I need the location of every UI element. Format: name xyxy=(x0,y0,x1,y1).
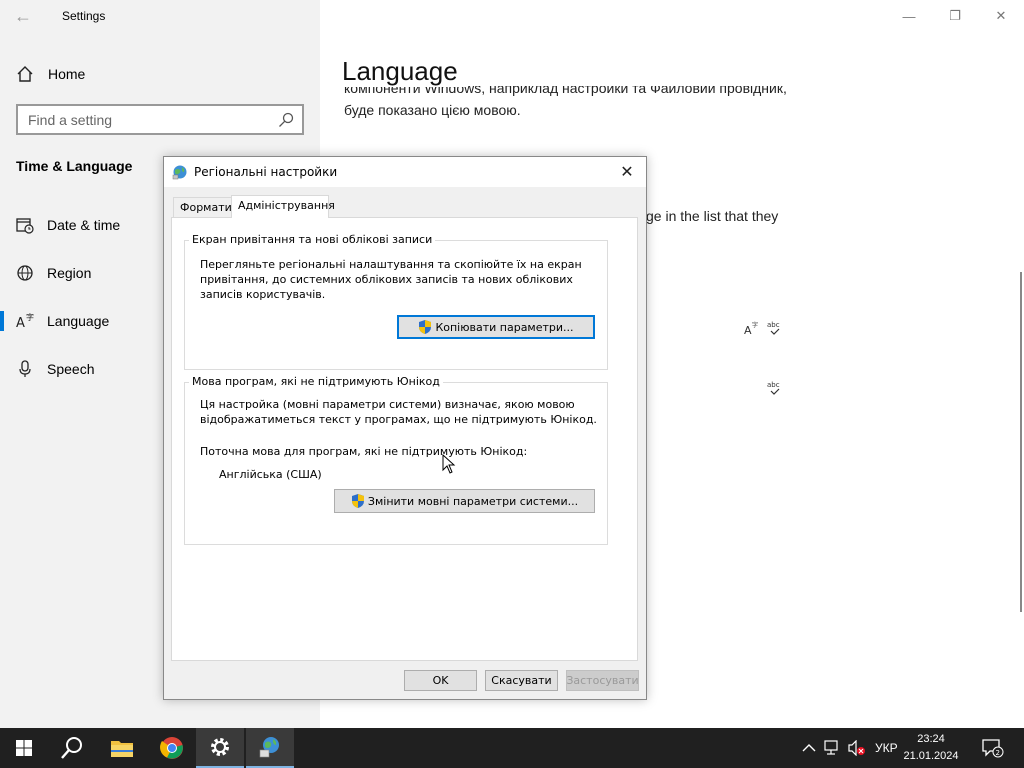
group-title: Мова програм, які не підтримують Юнікод xyxy=(189,375,443,388)
sidebar-item-label: Date & time xyxy=(47,217,121,233)
input-language-indicator[interactable]: УКР xyxy=(875,728,898,768)
restore-icon[interactable]: ❐ xyxy=(932,0,978,32)
tab-label: Формати xyxy=(180,201,232,214)
window-controls: — ❐ ✕ xyxy=(886,0,1024,32)
volume-muted-icon[interactable] xyxy=(848,728,866,768)
sidebar-item-label: Language xyxy=(47,313,110,329)
taskbar-settings[interactable] xyxy=(196,728,244,768)
home-icon xyxy=(17,66,33,82)
taskbar-file-explorer[interactable] xyxy=(98,728,146,768)
main-text-fragment: ge in the list that they xyxy=(646,208,779,224)
search-placeholder: Find a setting xyxy=(28,112,113,128)
notification-count: 2 xyxy=(996,749,1000,757)
group-non-unicode: Мова програм, які не підтримують Юнікод … xyxy=(184,375,608,545)
calendar-clock-icon xyxy=(16,218,34,234)
nav-home[interactable]: Home xyxy=(16,62,85,86)
close-icon[interactable]: ✕ xyxy=(616,162,638,182)
change-system-locale-button[interactable]: Змінити мовні параметри системи... xyxy=(334,489,595,513)
regional-settings-dialog: Регіональні настройки ✕ Формати Адмініст… xyxy=(163,156,647,700)
svg-text:字: 字 xyxy=(26,312,34,322)
search-icon xyxy=(61,737,82,759)
start-button[interactable] xyxy=(0,728,48,768)
uac-shield-icon xyxy=(351,494,364,508)
button-label: Змінити мовні параметри системи... xyxy=(367,494,579,508)
close-icon[interactable]: ✕ xyxy=(978,0,1024,32)
tray-chevron-icon[interactable] xyxy=(802,728,816,768)
spelling-icon: abc xyxy=(767,381,780,395)
main-text-line: буде показано цією мовою. xyxy=(344,102,521,118)
chrome-icon xyxy=(160,737,183,759)
back-arrow-icon[interactable]: ← xyxy=(14,6,34,26)
language-icon: A字 xyxy=(16,312,34,330)
notification-center-icon[interactable]: 2 xyxy=(982,728,1004,768)
button-label: Копіювати параметри... xyxy=(435,320,574,334)
microphone-icon xyxy=(19,360,31,377)
dialog-title: Регіональні настройки xyxy=(194,165,338,179)
folder-icon xyxy=(111,741,133,757)
nav-home-label: Home xyxy=(48,66,86,82)
copy-settings-button[interactable]: Копіювати параметри... xyxy=(397,315,595,339)
current-language-label: Поточна мова для програм, які не підтрим… xyxy=(200,445,528,458)
gear-icon xyxy=(211,738,229,756)
search-icon xyxy=(279,112,294,127)
globe-icon xyxy=(17,265,33,281)
clock-time: 23:24 xyxy=(917,733,945,745)
group-title: Екран привітання та нові облікові записи xyxy=(189,233,436,246)
clock-date: 21.01.2024 xyxy=(903,750,959,762)
sidebar-item-label: Region xyxy=(47,265,92,281)
page-title: Language xyxy=(342,56,468,87)
spelling-icon: abc xyxy=(767,321,780,335)
svg-text:abc: abc xyxy=(767,321,780,329)
current-language-value: Англійська (США) xyxy=(219,468,322,481)
sidebar-item-label: Speech xyxy=(47,361,95,377)
taskbar-search-button[interactable] xyxy=(48,728,96,768)
dialog-titlebar: Регіональні настройки ✕ xyxy=(164,157,646,187)
tab-formats[interactable]: Формати xyxy=(173,197,232,217)
taskbar-chrome[interactable] xyxy=(148,728,196,768)
main-description: компоненти Windows, наприклад настройки … xyxy=(340,86,820,122)
main-text-line: компоненти Windows, наприклад настройки … xyxy=(344,86,787,96)
svg-text:字: 字 xyxy=(752,321,758,329)
tab-panel: Екран привітання та нові облікові записи… xyxy=(171,217,638,661)
group-description: привітання, до системних облікових запис… xyxy=(200,273,573,286)
section-title: Time & Language xyxy=(16,158,133,174)
taskbar: УКР 23:24 21.01.2024 2 xyxy=(0,728,1024,768)
group-description: Ця настройка (мовні параметри системи) в… xyxy=(200,398,575,411)
tab-administrative[interactable]: Адміністрування xyxy=(231,195,335,218)
apply-button[interactable]: Застосувати xyxy=(566,670,639,691)
selected-indicator xyxy=(0,311,4,331)
windows-logo-icon xyxy=(16,740,32,756)
group-description: записів користувачів. xyxy=(200,288,326,301)
window-title: Settings xyxy=(62,9,106,23)
group-welcome-screen: Екран привітання та нові облікові записи… xyxy=(184,233,608,370)
tab-label: Адміністрування xyxy=(238,199,335,212)
svg-text:abc: abc xyxy=(767,381,780,389)
globe-icon xyxy=(172,165,187,180)
globe-icon xyxy=(259,737,279,758)
group-description: відображатиметься текст у програмах, що … xyxy=(200,413,597,426)
mouse-cursor-icon xyxy=(442,454,456,474)
ok-button[interactable]: OK xyxy=(404,670,477,691)
minimize-icon[interactable]: — xyxy=(886,0,932,32)
search-input[interactable]: Find a setting xyxy=(16,104,304,135)
cancel-button[interactable]: Скасувати xyxy=(485,670,558,691)
svg-text:A: A xyxy=(16,316,25,330)
taskbar-clock[interactable]: 23:24 21.01.2024 xyxy=(896,731,966,765)
group-description: Перегляньте регіональні налаштування та … xyxy=(200,258,582,271)
display-language-icon: A字 xyxy=(744,321,758,336)
svg-text:A: A xyxy=(744,324,752,336)
network-icon[interactable] xyxy=(824,728,842,768)
taskbar-regional-settings[interactable] xyxy=(246,728,294,768)
uac-shield-icon xyxy=(419,320,432,334)
scrollbar[interactable] xyxy=(1020,272,1022,612)
